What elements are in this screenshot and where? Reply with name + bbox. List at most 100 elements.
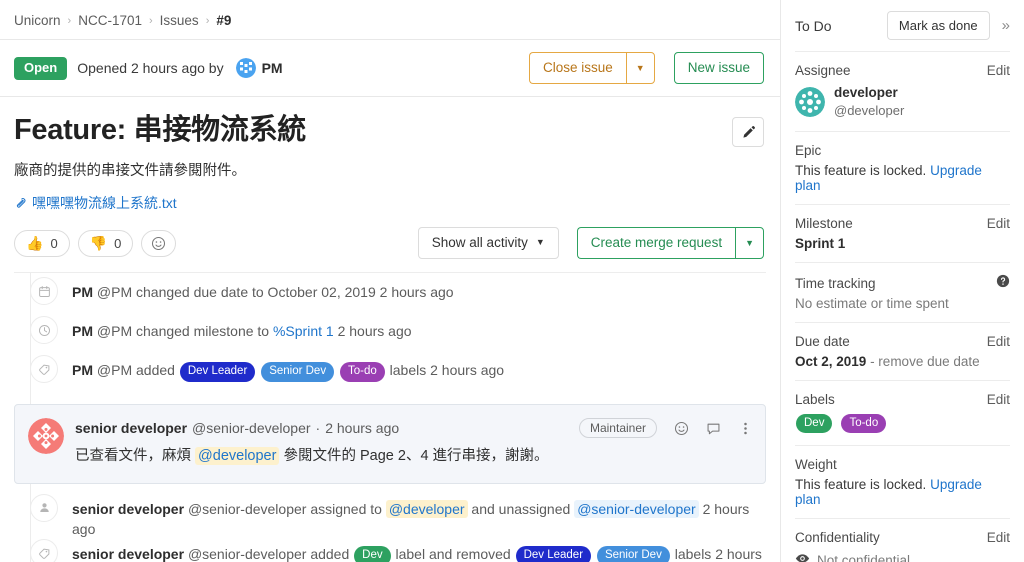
edit-issue-button[interactable]: [732, 117, 764, 148]
author-name: PM: [261, 60, 283, 77]
activity-action-mid: label and removed: [395, 546, 511, 562]
main-content: Unicorn › NCC-1701 › Issues › #9 Open Op…: [0, 0, 780, 562]
calendar-icon: [30, 277, 58, 306]
thumbsup-count: 0: [50, 235, 58, 251]
label-chip[interactable]: To-do: [339, 362, 385, 382]
breadcrumb-separator-icon: ›: [148, 14, 153, 27]
epic-label: Epic: [795, 142, 822, 158]
user-mention[interactable]: @developer: [195, 447, 280, 466]
edit-milestone-button[interactable]: Edit: [987, 216, 1010, 231]
assignee-name: developer: [834, 85, 898, 100]
unassigned-user-mention[interactable]: @senior-developer: [574, 499, 699, 518]
issue-description: 廠商的提供的串接文件請參閱附件。: [14, 162, 246, 179]
merge-request-dropdown-button[interactable]: ▼: [735, 227, 764, 260]
due-date-text: Oct 2, 2019: [795, 353, 867, 369]
activity-handle: @PM: [96, 323, 133, 340]
due-date-value: Oct 2, 2019 - remove due date: [795, 354, 1010, 369]
assignee-row[interactable]: developer @developer: [795, 84, 1010, 120]
breadcrumb-current-issue: #9: [216, 13, 232, 28]
activity-author: senior developer: [72, 500, 185, 517]
help-icon[interactable]: [996, 274, 1010, 291]
thumbsdown-reaction-button[interactable]: 👎 0: [77, 229, 134, 257]
activity-item: PM @PM changed due date to October 02, 2…: [14, 277, 766, 316]
reply-icon[interactable]: [706, 421, 721, 436]
assigned-user-mention[interactable]: @developer: [385, 499, 468, 518]
close-issue-dropdown-button[interactable]: ▼: [625, 52, 655, 85]
issue-author[interactable]: PM: [235, 58, 283, 79]
time-tracking-label: Time tracking: [795, 275, 876, 291]
comment-author[interactable]: senior developer: [75, 420, 187, 436]
eye-icon: [795, 551, 810, 562]
activity-handle: @senior-developer: [187, 500, 307, 517]
milestone-link[interactable]: %Sprint 1: [273, 323, 334, 339]
activity-action: changed due date to October 02, 2019: [136, 284, 376, 301]
comment-text: 已查看文件，麻煩 @developer 參閱文件的 Page 2、4 進行串接，…: [75, 445, 753, 468]
add-reaction-icon[interactable]: [674, 421, 689, 436]
confidentiality-value: Not confidential: [817, 552, 911, 562]
label-chip[interactable]: Dev Leader: [179, 362, 256, 382]
section-header: Time tracking: [795, 274, 1010, 291]
activity-text: senior developer @senior-developer assig…: [72, 494, 766, 540]
remove-due-date-link[interactable]: - remove due date: [870, 354, 980, 369]
chevron-down-icon: ▼: [745, 238, 754, 249]
todo-label: To Do: [795, 17, 832, 34]
label-chip[interactable]: Senior Dev: [596, 546, 670, 562]
breadcrumb: Unicorn › NCC-1701 › Issues › #9: [0, 0, 780, 39]
edit-labels-button[interactable]: Edit: [987, 392, 1010, 407]
chevron-down-icon: ▼: [535, 236, 545, 247]
comment-handle: @senior-developer: [192, 420, 311, 437]
section-header: Epic: [795, 143, 1010, 158]
avatar[interactable]: [28, 418, 64, 468]
activity-text: senior developer @senior-developer added…: [72, 539, 766, 562]
create-merge-request-button[interactable]: Create merge request: [576, 227, 736, 260]
section-header: Milestone Edit: [795, 216, 1010, 231]
label-chip[interactable]: Senior Dev: [261, 362, 335, 382]
due-date-label: Due date: [795, 333, 850, 349]
activity-action: added: [310, 546, 350, 562]
label-chip[interactable]: Dev: [796, 413, 833, 434]
breadcrumb-item-issues[interactable]: Issues: [160, 13, 199, 28]
sidebar-section-milestone: Milestone Edit Sprint 1: [795, 205, 1010, 262]
activity-item: PM @PM changed milestone to %Sprint 1 2 …: [14, 316, 766, 355]
issue-page: Unicorn › NCC-1701 › Issues › #9 Open Op…: [0, 0, 1024, 562]
activity-item: PM @PM added Dev Leader Senior Dev To-do…: [14, 355, 766, 394]
assignee-info: developer @developer: [834, 84, 904, 120]
mark-as-done-button[interactable]: Mark as done: [886, 11, 990, 40]
breadcrumb-item-project[interactable]: NCC-1701: [78, 13, 142, 28]
section-header: Assignee Edit: [795, 63, 1010, 78]
edit-assignee-button[interactable]: Edit: [987, 63, 1010, 78]
weight-locked-text: This feature is locked.: [795, 477, 927, 493]
confidentiality-value-row: Not confidential: [795, 551, 1010, 562]
edit-confidentiality-button[interactable]: Edit: [987, 530, 1010, 545]
milestone-value: Sprint 1: [795, 236, 1010, 251]
weight-value: This feature is locked. Upgrade plan: [795, 477, 1010, 507]
comment-card: senior developer @senior-developer · 2 h…: [14, 404, 766, 484]
thumbsdown-count: 0: [114, 235, 122, 251]
labels-label: Labels: [795, 391, 835, 407]
label-chip[interactable]: To-do: [841, 413, 887, 434]
collapse-sidebar-icon[interactable]: »: [1002, 17, 1010, 34]
activity-action-suffix: labels: [389, 362, 427, 379]
time-tracking-value: No estimate or time spent: [795, 295, 949, 311]
user-icon: [30, 493, 58, 522]
more-options-icon[interactable]: [738, 421, 753, 436]
comment-header: senior developer @senior-developer · 2 h…: [75, 418, 753, 439]
comment-text-post: 參閱文件的 Page 2、4 進行串接，謝謝。: [283, 448, 549, 465]
breadcrumb-item-group[interactable]: Unicorn: [14, 13, 61, 28]
sidebar-section-epic: Epic This feature is locked. Upgrade pla…: [795, 132, 1010, 204]
new-issue-button[interactable]: New issue: [673, 52, 764, 85]
thumbsup-reaction-button[interactable]: 👍 0: [14, 229, 70, 257]
attachment-link[interactable]: 嘿嘿嘿物流線上系統.txt: [32, 193, 177, 213]
page-title: Feature: 串接物流系統: [14, 114, 306, 147]
label-chip[interactable]: Dev: [354, 546, 391, 562]
assignee-label: Assignee: [795, 63, 851, 78]
activity-handle: @senior-developer: [187, 546, 307, 562]
label-chip[interactable]: Dev Leader: [515, 546, 592, 562]
edit-due-date-button[interactable]: Edit: [987, 334, 1010, 349]
add-reaction-button[interactable]: [141, 229, 177, 257]
thumbsup-icon: 👍: [26, 235, 44, 252]
issue-status-bar: Open Opened 2 hours ago by PM Close issu…: [0, 40, 780, 96]
close-issue-button[interactable]: Close issue: [529, 52, 626, 85]
activity-filter-dropdown[interactable]: Show all activity ▼: [417, 227, 559, 260]
epic-locked-text: This feature is locked.: [795, 162, 927, 178]
